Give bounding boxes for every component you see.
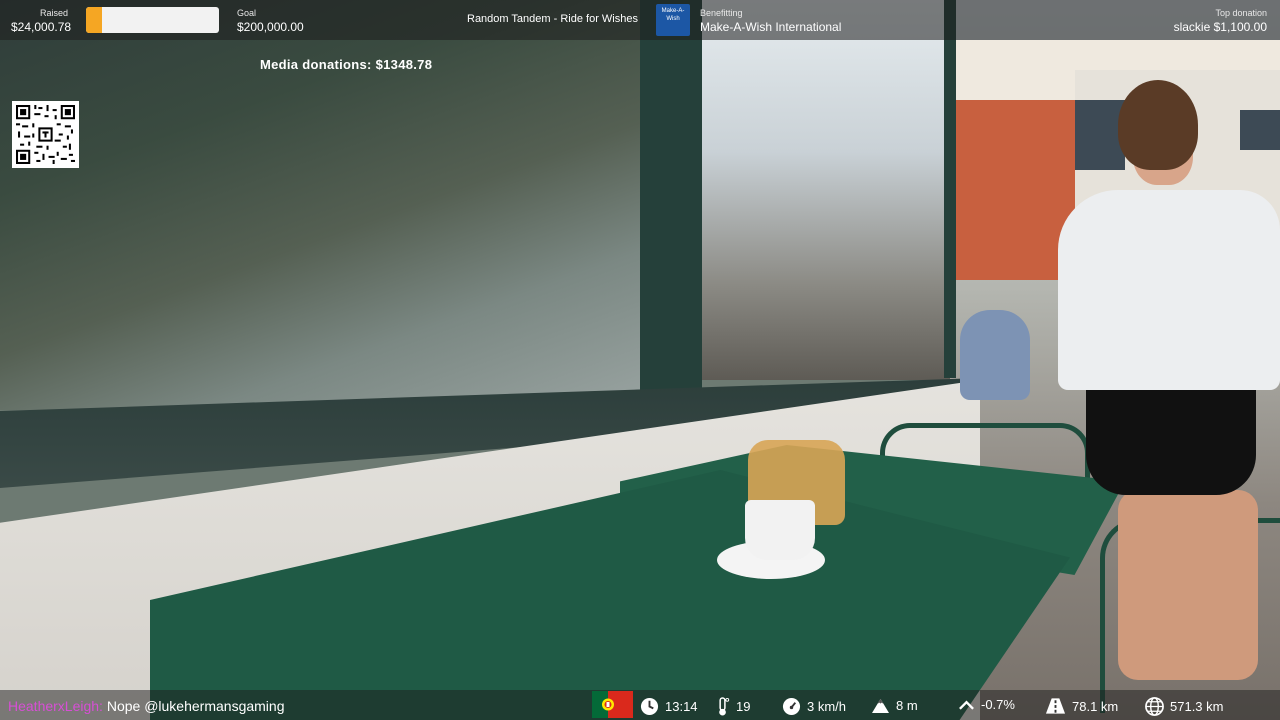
speed-value: 3 km/h (807, 699, 847, 714)
raised-amount: $24,000.78 (11, 20, 72, 34)
shop-window-right (700, 0, 950, 380)
benefitting-label: Benefitting (700, 8, 743, 18)
brick-building (955, 100, 1075, 280)
altitude-stat: 8 m (871, 697, 918, 714)
portugal-flag-icon (592, 691, 633, 718)
temperature-value: 19 (736, 699, 751, 714)
altitude-value: 8 m (896, 698, 918, 713)
gradient-stat: -0.7% (958, 697, 1015, 712)
chat-username: HeatherxLeigh: (8, 698, 103, 714)
chevron-up-icon (958, 699, 975, 711)
speedometer-icon (782, 697, 801, 716)
charity-name: Make-A-Wish International (700, 20, 842, 34)
total-distance-stat: 571.3 km (1145, 697, 1223, 716)
event-title: Random Tandem - Ride for Wishes (467, 13, 638, 25)
make-a-wish-logo-icon: Make-A-Wish (656, 4, 690, 36)
goal-amount: $200,000.00 (237, 20, 304, 34)
video-frame (0, 0, 1280, 720)
media-donations: Media donations: $1348.78 (260, 57, 433, 72)
road-icon (1045, 697, 1066, 715)
top-donation-label: Top donation (1215, 8, 1267, 18)
donation-progress-bar (86, 7, 219, 33)
thermometer-icon (716, 697, 730, 716)
time-stat: 13:14 (640, 697, 698, 716)
time-value: 13:14 (665, 699, 698, 714)
raised-label: Raised (40, 8, 69, 18)
standing-person (1058, 80, 1280, 700)
speed-stat: 3 km/h (782, 697, 846, 716)
clock-icon (640, 697, 659, 716)
coffee-cup (745, 500, 815, 560)
temperature-stat: 19 (716, 697, 750, 716)
total-distance-value: 571.3 km (1170, 699, 1224, 714)
donation-progress-fill (86, 7, 102, 33)
mountain-icon (871, 697, 890, 714)
gradient-value: -0.7% (981, 697, 1015, 712)
day-distance-value: 78.1 km (1072, 698, 1119, 714)
chat-message: HeatherxLeigh: Nope @lukehermansgaming (8, 698, 284, 714)
goal-label: Goal (237, 8, 257, 18)
day-distance-stat: 78.1 km (1045, 697, 1118, 715)
donation-bar: Raised $24,000.78 Goal $200,000.00 Rando… (0, 0, 1280, 40)
top-donation-value: slackie $1,100.00 (1173, 20, 1267, 34)
qr-code-icon[interactable] (12, 101, 79, 168)
chat-text: Nope @lukehermansgaming (106, 698, 285, 714)
globe-icon (1145, 697, 1164, 716)
